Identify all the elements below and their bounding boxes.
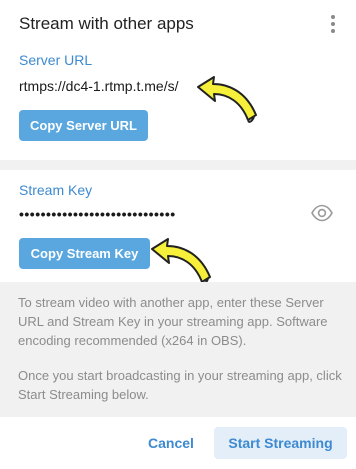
dialog-header: Stream with other apps xyxy=(0,0,356,50)
section-divider xyxy=(0,160,356,170)
server-url-label: Server URL xyxy=(19,52,93,68)
eye-icon[interactable] xyxy=(311,204,333,222)
cancel-button[interactable]: Cancel xyxy=(138,427,204,459)
stream-with-other-apps-dialog: Stream with other apps Server URL rtmps:… xyxy=(0,0,356,469)
dialog-title: Stream with other apps xyxy=(19,14,194,33)
stream-key-label: Stream Key xyxy=(19,182,93,198)
info-panel: To stream video with another app, enter … xyxy=(0,282,356,417)
annotation-arrow-icon xyxy=(197,76,257,123)
start-streaming-button[interactable]: Start Streaming xyxy=(214,427,347,459)
info-paragraph: Once you start broadcasting in your stre… xyxy=(18,368,342,402)
more-vertical-icon[interactable] xyxy=(326,12,340,36)
info-paragraph: To stream video with another app, enter … xyxy=(18,295,328,348)
dialog-footer: Cancel Start Streaming xyxy=(0,417,356,469)
stream-key-masked-value[interactable]: ••••••••••••••••••••••••••••• xyxy=(19,206,176,222)
copy-stream-key-button[interactable]: Copy Stream Key xyxy=(19,238,150,269)
server-url-value[interactable]: rtmps://dc4-1.rtmp.t.me/s/ xyxy=(19,78,178,94)
copy-server-url-button[interactable]: Copy Server URL xyxy=(19,110,148,141)
